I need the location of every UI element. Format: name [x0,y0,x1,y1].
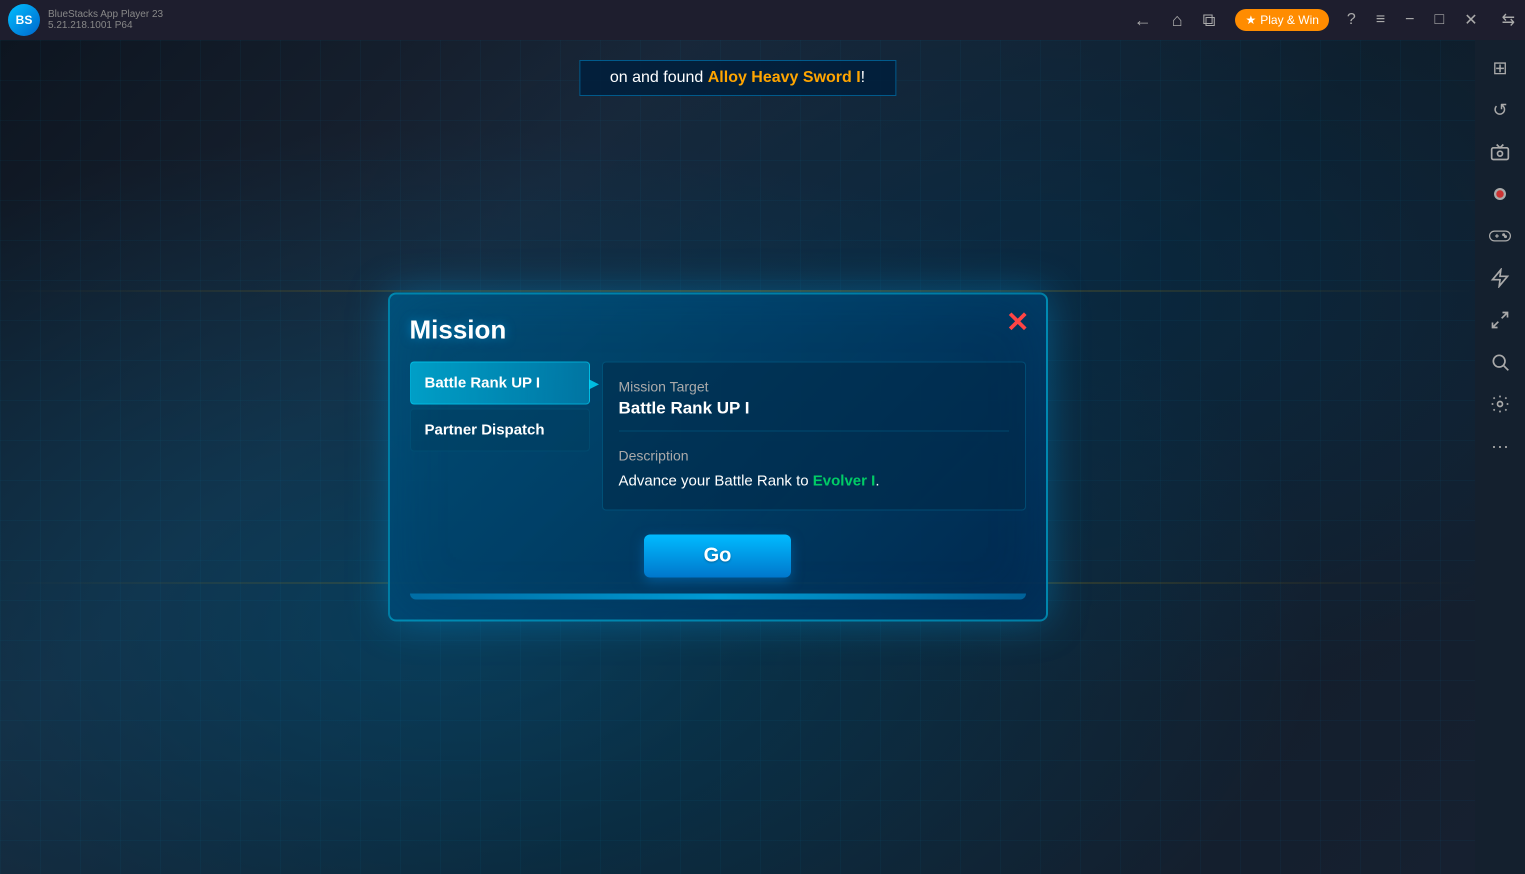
mission-tabs: Battle Rank UP I Partner Dispatch [410,362,590,511]
mission-dialog: Mission ✕ Battle Rank UP I Partner Dispa… [388,293,1048,622]
right-sidebar: ⊞ ↺ ··· [1475,40,1525,874]
mission-description-text: Advance your Battle Rank to Evolver I. [619,470,1009,494]
refresh-icon[interactable]: ↺ [1482,92,1518,128]
maximize-button[interactable]: □ [1425,5,1455,35]
sidebar-expand-icon[interactable]: ⇆ [1492,4,1525,36]
description-prefix: Advance your Battle Rank to [619,473,813,490]
mission-close-button[interactable]: ✕ [1006,309,1029,337]
mission-content: Mission Target Battle Rank UP I Descript… [602,362,1026,511]
search-game-icon[interactable] [1482,344,1518,380]
mission-target-value: Battle Rank UP I [619,399,1009,432]
settings-icon[interactable] [1482,386,1518,422]
record-icon[interactable] [1482,176,1518,212]
app-name: BlueStacks App Player 23 5.21.218.1001 P… [48,9,1114,31]
notification-item: Alloy Heavy Sword I [708,69,861,86]
go-button-container: Go [410,535,1026,578]
titlebar-controls: ★ Play & Win ? ≡ − □ ✕ [1235,4,1487,36]
tab-partner-dispatch[interactable]: Partner Dispatch [410,409,590,452]
mission-dialog-title: Mission [410,315,1026,346]
game-background: on and found Alloy Heavy Sword I! Missio… [0,40,1475,874]
multi-instance-icon[interactable]: ⊞ [1482,50,1518,86]
gamepad-icon[interactable] [1482,218,1518,254]
home-button[interactable]: ⌂ [1168,6,1187,35]
playnwin-label: Play & Win [1260,13,1319,27]
close-button[interactable]: ✕ [1454,4,1487,36]
macro-icon[interactable] [1482,260,1518,296]
resize-icon[interactable] [1482,302,1518,338]
screenshot-icon[interactable] [1482,134,1518,170]
playnwin-button[interactable]: ★ Play & Win [1235,9,1328,31]
tab-battle-rank-up[interactable]: Battle Rank UP I [410,362,590,405]
mission-description-label: Description [619,448,1009,464]
mission-body: Battle Rank UP I Partner Dispatch Missio… [410,362,1026,511]
titlebar: BS BlueStacks App Player 23 5.21.218.100… [0,0,1525,40]
description-highlight: Evolver I [813,473,876,490]
more-options-icon[interactable]: ··· [1482,428,1518,464]
help-button[interactable]: ? [1337,5,1366,35]
dialog-bottom-bar [410,594,1026,600]
tabs-button[interactable]: ⧉ [1199,6,1220,35]
titlebar-nav: ← ⌂ ⧉ [1130,6,1220,35]
mission-target-label: Mission Target [619,379,1009,395]
notification-prefix: on and found [610,69,708,86]
back-button[interactable]: ← [1130,6,1156,35]
description-suffix: . [875,473,879,490]
app-logo: BS [8,4,40,36]
menu-button[interactable]: ≡ [1366,5,1395,35]
go-button[interactable]: Go [644,535,792,578]
notification-suffix: ! [861,69,865,86]
playnwin-icon: ★ [1245,13,1256,27]
notification-banner: on and found Alloy Heavy Sword I! [579,60,896,96]
minimize-button[interactable]: − [1395,5,1424,35]
